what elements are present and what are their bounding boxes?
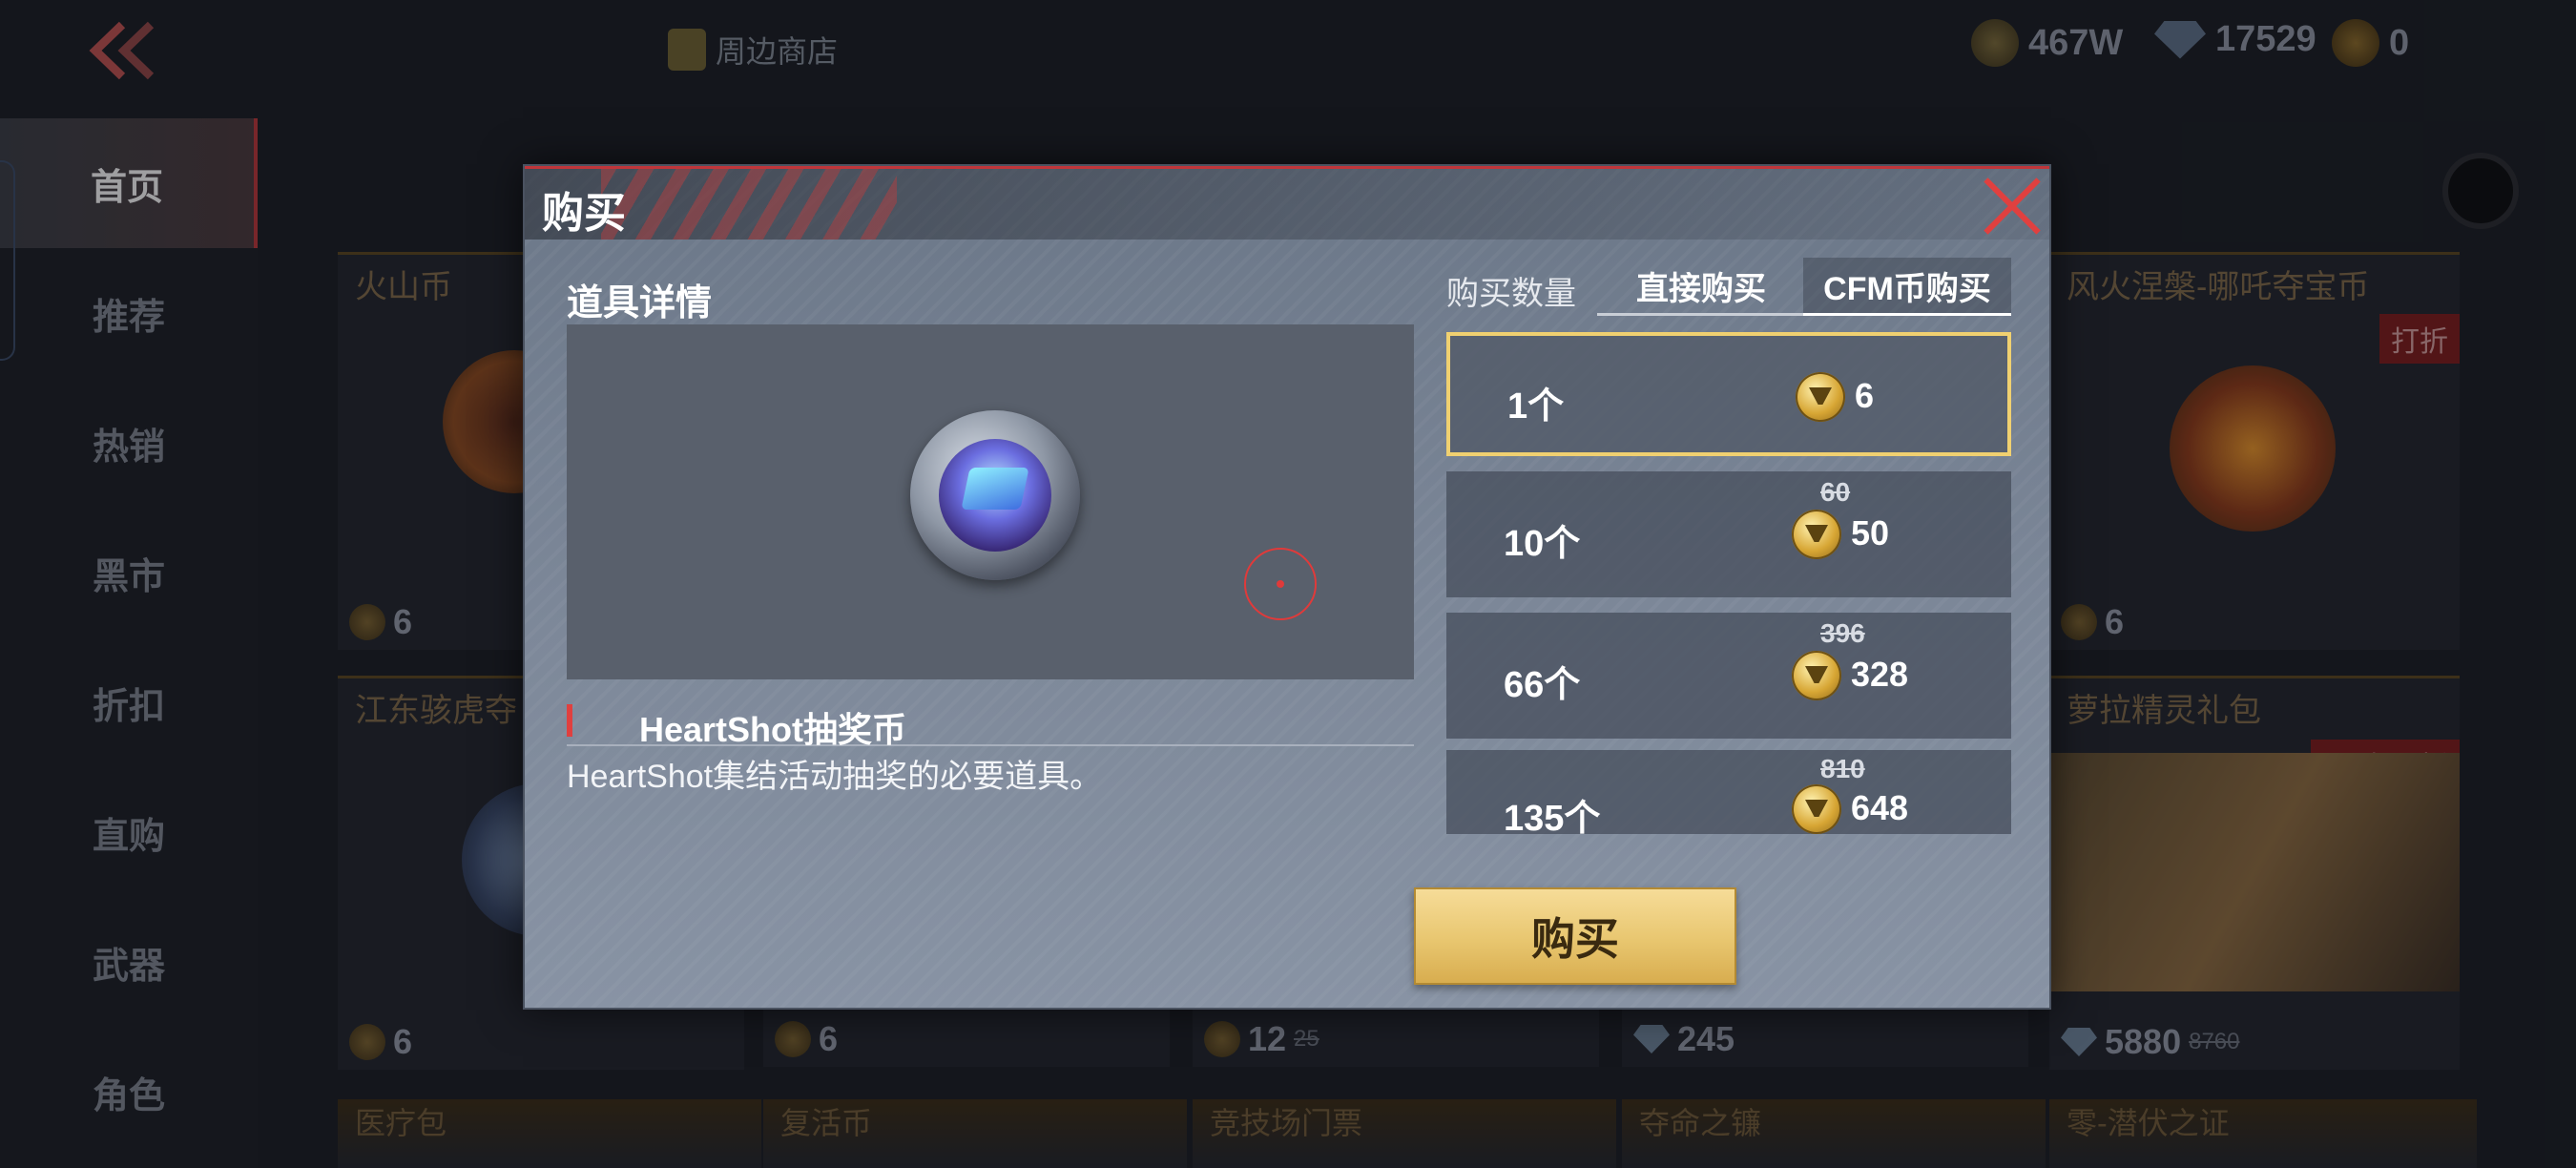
- close-icon[interactable]: [1979, 175, 2042, 238]
- name-accent-bar: [567, 704, 572, 737]
- buy-button[interactable]: 购买: [1414, 887, 1736, 985]
- cfm-coin-icon: [1792, 651, 1841, 700]
- item-name-row: HeartShot抽奖币: [567, 700, 1414, 749]
- item-name: HeartShot抽奖币: [639, 710, 907, 749]
- cfm-coin-icon: [1792, 784, 1841, 834]
- option-10[interactable]: 60 10个 50: [1446, 471, 2011, 597]
- heartshot-coin-icon: [910, 410, 1080, 580]
- dialog-title: 购买: [542, 190, 626, 237]
- dialog-header: 购买: [525, 166, 2049, 240]
- purchase-dialog: 购买 道具详情 HeartShot抽奖币 HeartShot集结活动抽奖的必要道…: [523, 164, 2051, 1010]
- item-description: HeartShot集结活动抽奖的必要道具。: [567, 759, 1103, 795]
- item-preview: [567, 324, 1414, 679]
- tab-cfm-coin-buy[interactable]: CFM币购买: [1803, 258, 2011, 316]
- quantity-label: 购买数量: [1446, 276, 1576, 312]
- tab-direct-buy[interactable]: 直接购买: [1597, 258, 1805, 316]
- cfm-coin-icon: [1796, 372, 1845, 422]
- header-stripes: [601, 169, 897, 240]
- option-1[interactable]: 1个 6: [1446, 332, 2011, 456]
- option-135[interactable]: 810 135个 648: [1446, 750, 2011, 834]
- cfm-coin-icon: [1792, 510, 1841, 559]
- option-66[interactable]: 396 66个 328: [1446, 613, 2011, 739]
- item-detail-heading: 道具详情: [567, 283, 713, 323]
- crosshair-icon: [1244, 548, 1317, 620]
